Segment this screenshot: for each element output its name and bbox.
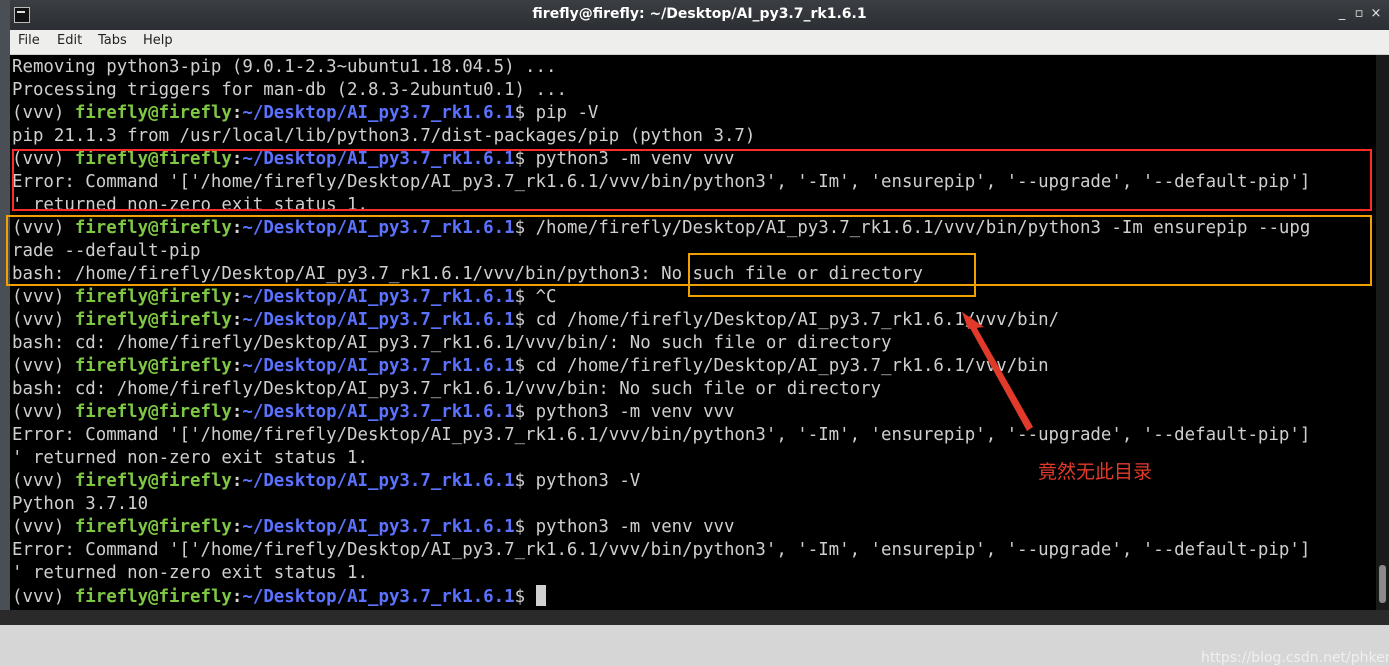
terminal-window: firefly@firefly: ~/Desktop/AI_py3.7_rk1.… bbox=[0, 0, 1389, 666]
prompt-colon: : bbox=[231, 356, 243, 376]
output-line: ' returned non-zero exit status 1. bbox=[12, 448, 368, 468]
prompt-dollar: $ bbox=[514, 287, 536, 307]
menu-edit[interactable]: Edit bbox=[57, 33, 82, 48]
prompt-dollar: $ bbox=[514, 517, 536, 537]
prompt-env: (vvv) bbox=[12, 287, 75, 307]
prompt-line: (vvv) firefly@firefly:~/Desktop/AI_py3.7… bbox=[12, 309, 1059, 332]
prompt-line: (vvv) firefly@firefly:~/Desktop/AI_py3.7… bbox=[12, 516, 735, 539]
window-title: firefly@firefly: ~/Desktop/AI_py3.7_rk1.… bbox=[532, 6, 867, 22]
prompt-path: ~/Desktop/AI_py3.7_rk1.6.1 bbox=[242, 587, 515, 607]
prompt-user-host: firefly@firefly bbox=[74, 356, 232, 376]
command-text: ^C bbox=[535, 287, 557, 307]
prompt-env: (vvv) bbox=[12, 310, 75, 330]
prompt-dollar: $ bbox=[514, 402, 536, 422]
prompt-user-host: firefly@firefly bbox=[74, 471, 232, 491]
output-line: Processing triggers for man-db (2.8.3-2u… bbox=[12, 80, 567, 100]
scrollbar-thumb[interactable] bbox=[1379, 565, 1386, 603]
menu-bar: File Edit Tabs Help bbox=[10, 30, 1389, 55]
output-line: Error: Command '['/home/firefly/Desktop/… bbox=[12, 540, 1311, 560]
prompt-path: ~/Desktop/AI_py3.7_rk1.6.1 bbox=[242, 103, 515, 123]
output-line: pip 21.1.3 from /usr/local/lib/python3.7… bbox=[12, 126, 756, 146]
prompt-colon: : bbox=[231, 471, 243, 491]
prompt-colon: : bbox=[231, 103, 243, 123]
prompt-path: ~/Desktop/AI_py3.7_rk1.6.1 bbox=[242, 287, 515, 307]
prompt-dollar: $ bbox=[514, 356, 536, 376]
menu-tabs[interactable]: Tabs bbox=[98, 33, 127, 48]
prompt-line: (vvv) firefly@firefly:~/Desktop/AI_py3.7… bbox=[12, 286, 557, 309]
prompt-user-host: firefly@firefly bbox=[74, 517, 232, 537]
prompt-env: (vvv) bbox=[12, 517, 75, 537]
prompt-path: ~/Desktop/AI_py3.7_rk1.6.1 bbox=[242, 471, 515, 491]
prompt-colon: : bbox=[231, 402, 243, 422]
prompt-colon: : bbox=[231, 287, 243, 307]
prompt-line: (vvv) firefly@firefly:~/Desktop/AI_py3.7… bbox=[12, 585, 546, 608]
prompt-env: (vvv) bbox=[12, 356, 75, 376]
output-line: bash: cd: /home/firefly/Desktop/AI_py3.7… bbox=[12, 333, 892, 353]
terminal-scrollbar[interactable] bbox=[1376, 55, 1389, 610]
command-text: python3 -m venv vvv bbox=[535, 517, 735, 537]
prompt-line: (vvv) firefly@firefly:~/Desktop/AI_py3.7… bbox=[12, 470, 640, 493]
menu-help[interactable]: Help bbox=[143, 33, 173, 48]
window-bottom-edge bbox=[0, 610, 1389, 625]
prompt-path: ~/Desktop/AI_py3.7_rk1.6.1 bbox=[242, 310, 515, 330]
watermark: https://blog.csdn.net/phker bbox=[1201, 650, 1389, 666]
prompt-path: ~/Desktop/AI_py3.7_rk1.6.1 bbox=[242, 402, 515, 422]
red-highlight-box bbox=[12, 149, 1372, 211]
prompt-user-host: firefly@firefly bbox=[74, 310, 232, 330]
output-line: Python 3.7.10 bbox=[12, 494, 149, 514]
command-text: python3 -m venv vvv bbox=[535, 402, 735, 422]
command-text: cd /home/firefly/Desktop/AI_py3.7_rk1.6.… bbox=[535, 310, 1060, 330]
annotation-text: 竟然无此目录 bbox=[1038, 461, 1153, 483]
command-text: pip -V bbox=[535, 103, 599, 123]
prompt-colon: : bbox=[231, 587, 243, 607]
menu-file[interactable]: File bbox=[18, 33, 40, 48]
text-cursor bbox=[535, 585, 546, 606]
command-text: cd /home/firefly/Desktop/AI_py3.7_rk1.6.… bbox=[535, 356, 1049, 376]
output-line: bash: cd: /home/firefly/Desktop/AI_py3.7… bbox=[12, 379, 882, 399]
title-bar[interactable]: firefly@firefly: ~/Desktop/AI_py3.7_rk1.… bbox=[10, 0, 1389, 30]
prompt-user-host: firefly@firefly bbox=[74, 287, 232, 307]
prompt-line: (vvv) firefly@firefly:~/Desktop/AI_py3.7… bbox=[12, 355, 1049, 378]
prompt-line: (vvv) firefly@firefly:~/Desktop/AI_py3.7… bbox=[12, 401, 735, 424]
prompt-path: ~/Desktop/AI_py3.7_rk1.6.1 bbox=[242, 517, 515, 537]
command-text: python3 -V bbox=[535, 471, 641, 491]
prompt-dollar: $ bbox=[514, 310, 536, 330]
prompt-env: (vvv) bbox=[12, 402, 75, 422]
prompt-dollar: $ bbox=[514, 103, 536, 123]
prompt-env: (vvv) bbox=[12, 587, 75, 607]
prompt-dollar: $ bbox=[514, 471, 536, 491]
output-line: ' returned non-zero exit status 1. bbox=[12, 563, 368, 583]
prompt-user-host: firefly@firefly bbox=[74, 587, 232, 607]
output-line: Error: Command '['/home/firefly/Desktop/… bbox=[12, 425, 1311, 445]
prompt-env: (vvv) bbox=[12, 103, 75, 123]
prompt-colon: : bbox=[231, 517, 243, 537]
prompt-user-host: firefly@firefly bbox=[74, 402, 232, 422]
prompt-dollar: $ bbox=[514, 587, 536, 607]
prompt-path: ~/Desktop/AI_py3.7_rk1.6.1 bbox=[242, 356, 515, 376]
prompt-user-host: firefly@firefly bbox=[74, 103, 232, 123]
prompt-colon: : bbox=[231, 310, 243, 330]
close-icon[interactable]: × bbox=[1366, 4, 1386, 24]
output-line: Removing python3-pip (9.0.1-2.3~ubuntu1.… bbox=[12, 57, 557, 77]
terminal-output[interactable]: Removing python3-pip (9.0.1-2.3~ubuntu1.… bbox=[6, 55, 1389, 666]
prompt-env: (vvv) bbox=[12, 471, 75, 491]
no-such-file-highlight-box bbox=[688, 253, 976, 297]
prompt-line: (vvv) firefly@firefly:~/Desktop/AI_py3.7… bbox=[12, 102, 598, 125]
